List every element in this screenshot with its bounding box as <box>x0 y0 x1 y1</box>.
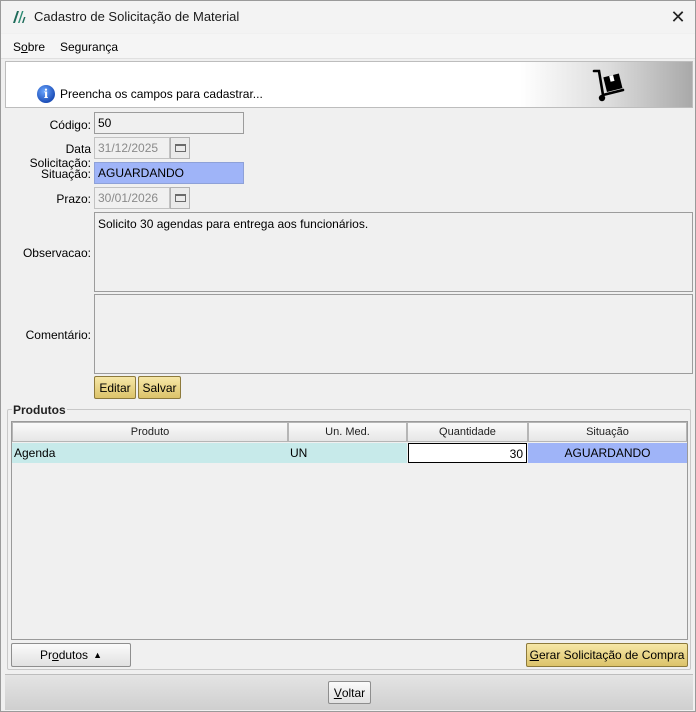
produtos-grid: Produto Un. Med. Quantidade Situação Age… <box>11 421 688 640</box>
produtos-menu-button[interactable]: Pr o dutos ▲ <box>11 643 131 667</box>
data-solicitacao-calendar-button[interactable] <box>170 137 190 159</box>
title-bar: Cadastro de Solicitação de Material ✕ <box>1 1 695 33</box>
main-window: Cadastro de Solicitação de Material ✕ So… <box>0 0 696 712</box>
editar-button[interactable]: Editar <box>94 376 136 399</box>
menu-sobre-accel: o <box>21 40 28 54</box>
prazo-calendar-button[interactable] <box>170 187 190 209</box>
calendar-icon <box>174 144 186 152</box>
data-solicitacao-label: Data Solicitação: <box>29 142 91 170</box>
comentario-textarea[interactable] <box>94 294 693 374</box>
calendar-icon <box>174 194 186 202</box>
produtos-button-accel: o <box>52 648 59 662</box>
gerar-button-rest: erar Solicitação de Compra <box>538 648 685 662</box>
prazo-field[interactable]: 30/01/2026 <box>94 187 170 209</box>
gerar-button-accel: G <box>529 648 539 662</box>
cell-unidade[interactable]: UN <box>288 443 407 463</box>
situacao-label: Situação: <box>40 167 91 181</box>
info-icon: i <box>37 85 55 103</box>
menu-sobre-prefix: S <box>13 40 22 54</box>
banner-text: Preencha os campos para cadastrar... <box>60 87 263 101</box>
situacao-field[interactable]: AGUARDANDO <box>94 162 244 184</box>
gerar-solicitacao-compra-button[interactable]: Gerar Solicitação de Compra <box>526 643 688 667</box>
produtos-button-rest: dutos <box>58 648 89 662</box>
arrow-up-icon: ▲ <box>93 650 102 660</box>
header-banner: i Preencha os campos para cadastrar... <box>5 61 693 108</box>
column-header-produto[interactable]: Produto <box>12 422 288 442</box>
menu-sobre[interactable]: Sobre <box>13 40 45 54</box>
comentario-label: Comentário: <box>25 328 91 342</box>
voltar-button[interactable]: Voltar <box>328 681 371 704</box>
window-title: Cadastro de Solicitação de Material <box>34 9 240 24</box>
observacao-label: Observacao: <box>22 246 91 260</box>
codigo-field[interactable]: 50 <box>94 112 244 134</box>
column-header-situacao[interactable]: Situação <box>528 422 687 442</box>
column-header-unidade[interactable]: Un. Med. <box>288 422 407 442</box>
produtos-group-title: Produtos <box>12 403 67 417</box>
close-icon: ✕ <box>670 6 686 27</box>
cell-produto[interactable]: Agenda <box>12 443 288 463</box>
voltar-button-rest: oltar <box>341 685 366 700</box>
voltar-button-accel: V <box>333 685 342 700</box>
data-solicitacao-field[interactable]: 31/12/2025 <box>94 137 170 159</box>
menu-bar: Sobre Segurança <box>1 34 695 59</box>
observacao-textarea[interactable]: Solicito 30 agendas para entrega aos fun… <box>94 212 693 292</box>
salvar-button[interactable]: Salvar <box>138 376 181 399</box>
close-button[interactable]: ✕ <box>661 1 695 33</box>
cell-quantidade[interactable]: 30 <box>408 443 527 463</box>
menu-seguranca[interactable]: Segurança <box>60 40 118 54</box>
cell-situacao[interactable]: AGUARDANDO <box>528 443 687 463</box>
codigo-label: Código: <box>49 118 91 132</box>
hand-truck-icon <box>592 69 625 102</box>
produtos-button-prefix: Pr <box>40 648 53 662</box>
column-header-quantidade[interactable]: Quantidade <box>407 422 528 442</box>
prazo-label: Prazo: <box>56 192 91 206</box>
menu-sobre-rest: bre <box>27 40 46 54</box>
app-logo-icon <box>13 11 26 23</box>
